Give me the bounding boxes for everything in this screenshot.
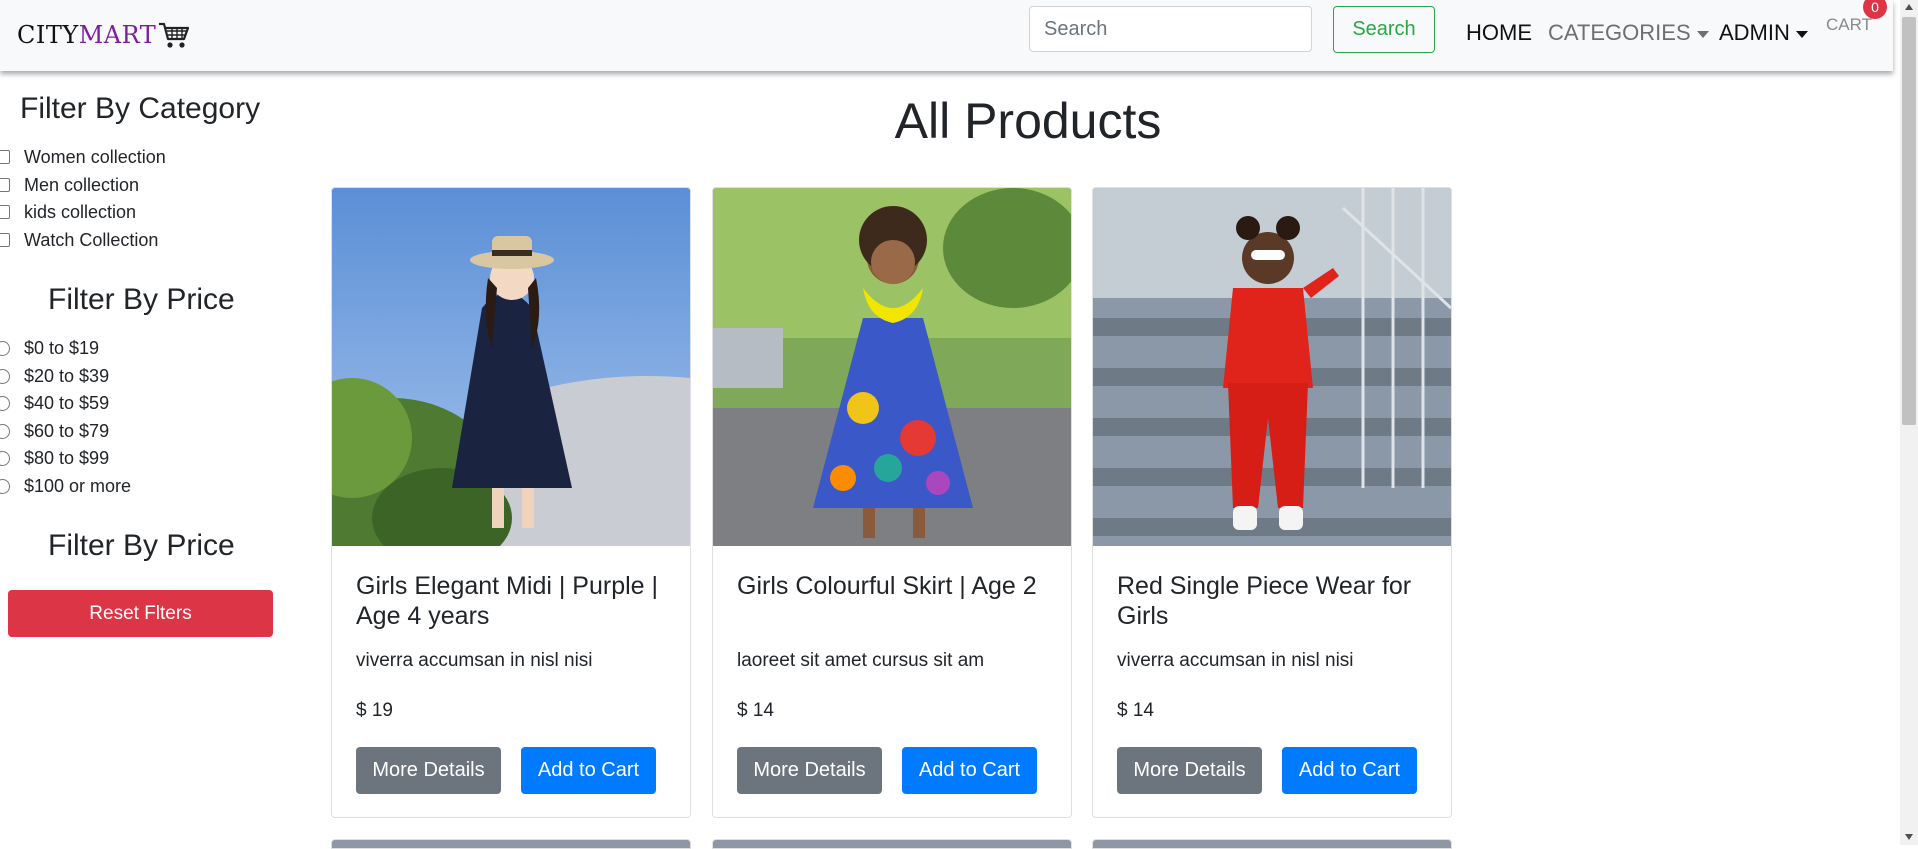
product-card-next-row[interactable] bbox=[331, 839, 691, 849]
category-filter-kids[interactable]: kids collection bbox=[0, 201, 136, 223]
radio[interactable] bbox=[0, 340, 10, 356]
more-details-button[interactable]: More Details bbox=[356, 747, 501, 794]
brand-mart-text: MART bbox=[78, 21, 157, 49]
product-title: Red Single Piece Wear for Girls bbox=[1117, 572, 1412, 630]
checkbox[interactable] bbox=[0, 205, 10, 219]
nav-admin-label: ADMIN bbox=[1719, 20, 1790, 45]
product-title: Girls Elegant Midi | Purple | Age 4 year… bbox=[356, 572, 658, 630]
product-title: Girls Colourful Skirt | Age 2 bbox=[737, 572, 1037, 600]
brand-logo[interactable]: CITY MART bbox=[17, 18, 190, 52]
shopping-cart-icon bbox=[159, 22, 190, 48]
product-card-next-row[interactable] bbox=[712, 839, 1072, 849]
product-description: viverra accumsan in nisl nisi bbox=[356, 650, 593, 671]
filter-price-heading: Filter By Price bbox=[48, 283, 235, 316]
price-label: $0 to $19 bbox=[24, 337, 100, 358]
add-to-cart-button[interactable]: Add to Cart bbox=[521, 747, 656, 794]
product-description: laoreet sit amet cursus sit am bbox=[737, 650, 985, 671]
price-filter-100-more[interactable]: $100 or more bbox=[0, 475, 131, 497]
product-card: Girls Elegant Midi | Purple | Age 4 year… bbox=[331, 187, 691, 818]
product-card: Girls Colourful Skirt | Age 2 laoreet si… bbox=[712, 187, 1072, 818]
category-filter-watch[interactable]: Watch Collection bbox=[0, 229, 158, 251]
product-price: $ 14 bbox=[737, 700, 774, 721]
nav-categories-label: CATEGORIES bbox=[1548, 20, 1691, 45]
radio[interactable] bbox=[0, 368, 10, 384]
filter-price-heading-2: Filter By Price bbox=[48, 529, 235, 562]
category-label: Watch Collection bbox=[24, 229, 159, 250]
checkbox[interactable] bbox=[0, 233, 10, 247]
scroll-down-arrow-icon[interactable] bbox=[1905, 834, 1913, 840]
reset-filters-button[interactable]: Reset Flters bbox=[8, 590, 273, 637]
price-filter-20-39[interactable]: $20 to $39 bbox=[0, 365, 109, 387]
category-filter-men[interactable]: Men collection bbox=[0, 174, 139, 196]
category-filter-women[interactable]: Women collection bbox=[0, 146, 166, 168]
radio[interactable] bbox=[0, 450, 10, 466]
more-details-button[interactable]: More Details bbox=[737, 747, 882, 794]
price-label: $40 to $59 bbox=[24, 392, 110, 413]
category-label: kids collection bbox=[24, 201, 137, 222]
price-filter-40-59[interactable]: $40 to $59 bbox=[0, 392, 109, 414]
caret-down-icon bbox=[1696, 30, 1709, 38]
product-price: $ 14 bbox=[1117, 700, 1154, 721]
brand-city-text: CITY bbox=[17, 21, 79, 49]
price-label: $20 to $39 bbox=[24, 365, 110, 386]
product-image-red-single-piece[interactable] bbox=[1093, 188, 1451, 546]
caret-down-icon bbox=[1795, 30, 1808, 38]
product-description: viverra accumsan in nisl nisi bbox=[1117, 650, 1354, 671]
navbar: CITYMART Search HOME CATEGORIES ADMIN CA… bbox=[0, 0, 1893, 71]
nav-admin-dropdown[interactable]: ADMIN bbox=[1719, 20, 1808, 46]
price-filter-60-79[interactable]: $60 to $79 bbox=[0, 420, 109, 442]
price-filter-80-99[interactable]: $80 to $99 bbox=[0, 447, 109, 469]
search-input[interactable] bbox=[1029, 6, 1312, 52]
add-to-cart-button[interactable]: Add to Cart bbox=[1282, 747, 1417, 794]
product-card-next-row[interactable] bbox=[1092, 839, 1452, 849]
price-filter-0-19[interactable]: $0 to $19 bbox=[0, 337, 99, 359]
category-label: Women collection bbox=[24, 146, 166, 167]
price-label: $100 or more bbox=[24, 475, 132, 496]
add-to-cart-button[interactable]: Add to Cart bbox=[902, 747, 1037, 794]
price-label: $80 to $99 bbox=[24, 447, 110, 468]
more-details-button[interactable]: More Details bbox=[1117, 747, 1262, 794]
radio[interactable] bbox=[0, 395, 10, 411]
product-image-girls-elegant-midi[interactable] bbox=[332, 188, 690, 546]
scrollbar-thumb[interactable] bbox=[1902, 17, 1916, 425]
scroll-up-arrow-icon[interactable] bbox=[1905, 4, 1913, 10]
nav-categories-dropdown[interactable]: CATEGORIES bbox=[1548, 20, 1709, 46]
product-card: Red Single Piece Wear for Girls viverra … bbox=[1092, 187, 1452, 818]
product-price: $ 19 bbox=[356, 700, 393, 721]
cart-count-badge: 0 bbox=[1863, 0, 1887, 19]
nav-cart-link[interactable]: CART bbox=[1826, 15, 1872, 35]
nav-home-link[interactable]: HOME bbox=[1466, 20, 1532, 46]
radio[interactable] bbox=[0, 478, 10, 494]
radio[interactable] bbox=[0, 423, 10, 439]
filter-category-heading: Filter By Category bbox=[20, 92, 261, 125]
product-image-girls-colourful-skirt[interactable] bbox=[713, 188, 1071, 546]
price-label: $60 to $79 bbox=[24, 420, 110, 441]
search-button[interactable]: Search bbox=[1333, 6, 1435, 53]
category-label: Men collection bbox=[24, 174, 140, 195]
checkbox[interactable] bbox=[0, 178, 10, 192]
checkbox[interactable] bbox=[0, 150, 10, 164]
page-title: All Products bbox=[894, 93, 1162, 149]
